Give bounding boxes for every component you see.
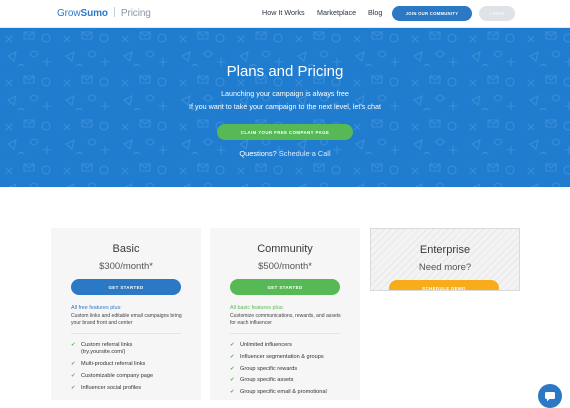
questions-line: Questions? Schedule a Call [0,149,570,158]
schedule-demo-button[interactable]: SCHEDULE DEMO [389,280,499,290]
plan-price: $300/month* [99,261,153,272]
feature-label: Group specific email & promotional [240,389,327,396]
feature-label: Influencer segmentation & groups [240,353,324,360]
login-button[interactable]: LOGIN [479,6,515,21]
check-icon: ✔ [230,365,235,372]
list-item: ✔ Group specific rewards [230,366,327,373]
get-started-basic-button[interactable]: GET STARTED [71,279,181,295]
questions-label: Questions? [239,149,277,158]
check-icon: ✔ [71,372,76,379]
plan-card-community: Community $500/month* GET STARTED All ba… [210,228,360,400]
check-icon: ✔ [71,361,76,367]
chat-widget-button[interactable] [538,384,562,408]
nav-blog[interactable]: Blog [368,8,382,17]
check-icon: ✔ [230,389,235,396]
list-item: ✔ Influencer segmentation & groups [230,354,327,361]
list-item: ✔ Multi-product referral links [71,361,161,368]
plan-name: Enterprise [419,244,471,256]
logo-text-grow: Grow [57,8,81,19]
feature-label: Multi-product referral links [81,361,146,367]
hero-banner: Plans and Pricing Launching your campaig… [0,28,570,187]
plan-tagline: Need more? [418,262,472,273]
logo-text-sumo: Sumo [80,8,108,19]
divider [71,333,181,334]
features-heading: All basic features plus: [230,305,284,311]
list-item: ✔ Group specific email & promotional [230,389,327,396]
plan-name: Community [257,243,313,255]
logo-divider [113,7,115,17]
list-item: ✔ Influencer social profiles [71,385,161,392]
list-item: ✔ Unlimited influencers [230,342,327,349]
feature-label: Unlimited influencers [240,342,292,348]
feature-list: ✔ Custom referral links (try.yoursite.com… [71,342,161,396]
check-icon: ✔ [230,377,235,384]
join-community-button[interactable]: JOIN OUR COMMUNITY [392,6,472,21]
plan-name: Basic [112,243,140,255]
feature-label: Influencer social profiles [81,384,142,391]
features-description: Custom links and editable email campaign… [71,313,182,326]
nav-how-it-works[interactable]: How It Works [262,8,305,17]
check-icon: ✔ [71,342,76,348]
feature-label: Customizable company page [81,372,154,379]
plan-card-enterprise: Enterprise Need more? SCHEDULE DEMO [370,228,520,291]
list-item: ✔ Group specific assets [230,377,327,384]
feature-label: Custom referral links (try.yoursite.com/… [81,342,133,356]
logo-section-label: Pricing [120,8,151,19]
schedule-call-link[interactable]: Schedule a Call [279,149,331,158]
features-description: Customize communications, rewards, and a… [230,313,341,326]
check-icon: ✔ [230,342,235,348]
get-started-community-button[interactable]: GET STARTED [230,279,340,295]
check-icon: ✔ [71,384,76,391]
page-title: Plans and Pricing [226,63,344,80]
feature-label: Group specific assets [240,377,294,384]
hero-subtitle-line2: If you want to take your campaign to the… [189,102,381,111]
plan-card-basic: Basic $300/month* GET STARTED All free f… [51,228,201,400]
list-item: ✔ Customizable company page [71,373,161,380]
claim-company-page-button[interactable]: CLAIM YOUR FREE COMPANY PAGE [217,124,353,140]
feature-label: Group specific rewards [240,365,298,372]
feature-list: ✔ Unlimited influencers ✔ Influencer segme… [230,342,327,400]
top-navbar: GrowSumo Pricing How It Works Marketplace… [0,0,570,28]
features-heading: All free features plus: [71,305,122,311]
list-item: ✔ Custom referral links (try.yoursite.com… [71,342,161,356]
logo[interactable]: GrowSumo Pricing [57,7,151,19]
divider [230,333,340,334]
check-icon: ✔ [230,353,235,360]
nav-marketplace[interactable]: Marketplace [317,8,356,17]
plan-price: $500/month* [258,261,312,272]
hero-subtitle-line1: Launching your campaign is always free [221,89,349,98]
